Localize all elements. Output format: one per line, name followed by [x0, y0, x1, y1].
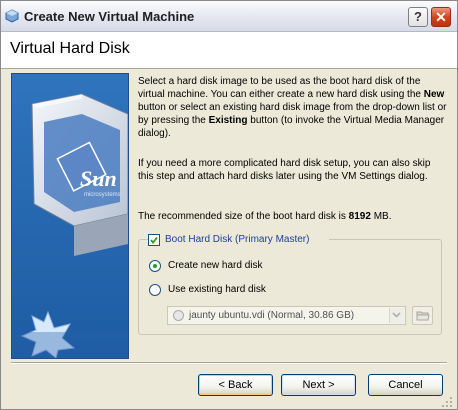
page-title: Virtual Hard Disk	[10, 40, 130, 57]
existing-disk-value: jaunty ubuntu.vdi (Normal, 30.86 GB)	[189, 310, 355, 321]
wizard-header: Virtual Hard Disk	[1, 32, 457, 69]
sun-logo-subtext: microsystems	[84, 192, 121, 198]
browse-disk-button[interactable]	[412, 306, 433, 325]
cancel-button[interactable]: Cancel	[368, 374, 443, 396]
use-existing-disk-radio[interactable]	[149, 284, 161, 296]
chevron-down-icon[interactable]	[389, 308, 404, 323]
description-text: Select a hard disk image to be used as t…	[138, 76, 424, 100]
next-button[interactable]: Next >	[281, 374, 356, 396]
boot-hard-disk-label: Boot Hard Disk (Primary Master)	[165, 234, 310, 245]
radio-selected-dot	[153, 264, 157, 268]
new-keyword: New	[423, 89, 445, 100]
wizard-window: Create New Virtual Machine ? ✕ Virtual H…	[0, 0, 458, 410]
back-button[interactable]: < Back	[198, 374, 273, 396]
title-bar[interactable]: Create New Virtual Machine ? ✕	[1, 1, 457, 32]
window-title: Create New Virtual Machine	[24, 9, 195, 24]
resize-grip-icon[interactable]	[441, 396, 453, 408]
description-paragraph-2: If you need a more complicated hard disk…	[138, 158, 431, 182]
existing-keyword: Existing	[208, 115, 248, 126]
description-text: The recommended size of the boot hard di…	[138, 211, 349, 222]
recommended-size-text: The recommended size of the boot hard di…	[138, 210, 447, 223]
virtualbox-side-graphic: Sun microsystems	[11, 73, 129, 359]
virtualbox-app-icon	[5, 9, 19, 23]
help-button[interactable]: ?	[408, 7, 428, 27]
existing-disk-select[interactable]: jaunty ubuntu.vdi (Normal, 30.86 GB)	[167, 306, 406, 325]
recommended-size-value: 8192	[348, 211, 371, 222]
create-new-disk-radio[interactable]	[149, 260, 161, 272]
hard-disk-icon	[173, 310, 184, 321]
boot-hard-disk-checkbox[interactable]	[148, 234, 160, 246]
boot-hard-disk-checkbox-row[interactable]: Boot Hard Disk (Primary Master)	[148, 232, 329, 248]
button-separator	[11, 362, 447, 364]
create-new-disk-label[interactable]: Create new hard disk	[168, 260, 263, 271]
folder-icon	[416, 311, 430, 321]
sun-logo-text: Sun	[80, 166, 117, 191]
close-button[interactable]: ✕	[431, 7, 451, 27]
description-paragraph-1: Select a hard disk image to be used as t…	[138, 75, 447, 140]
description-text: MB.	[370, 211, 392, 222]
virtualbox-cube-icon: Sun microsystems	[12, 74, 128, 358]
use-existing-disk-label[interactable]: Use existing hard disk	[168, 284, 266, 295]
checkmark-icon	[150, 236, 158, 244]
